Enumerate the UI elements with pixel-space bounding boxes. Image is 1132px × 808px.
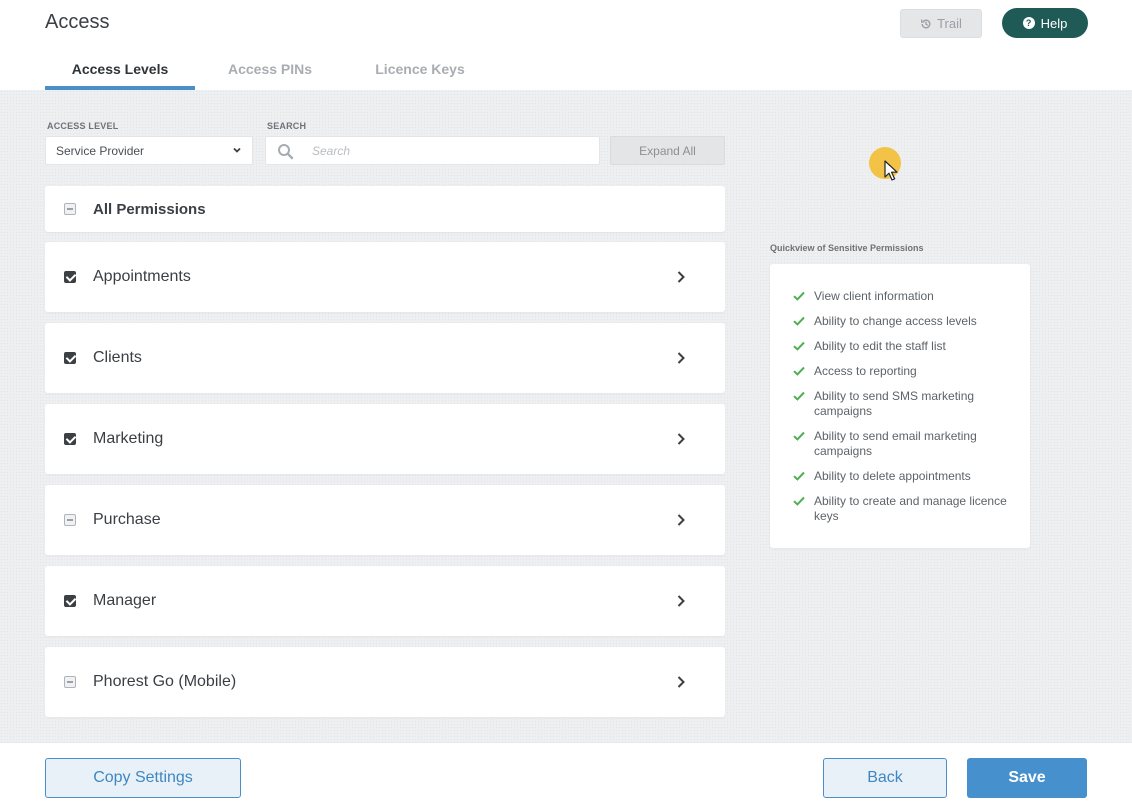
list-item: Ability to create and manage licence key… xyxy=(793,494,1013,524)
list-item: Ability to send email marketing campaign… xyxy=(793,429,1013,459)
permission-group-label: Purchase xyxy=(93,511,161,528)
history-icon xyxy=(921,18,931,28)
permission-group-marketing[interactable]: Marketing xyxy=(45,404,725,474)
copy-settings-button[interactable]: Copy Settings xyxy=(45,758,241,798)
help-label: Help xyxy=(1040,15,1068,31)
search-label: SEARCH xyxy=(267,121,307,131)
expand-all-button[interactable]: Expand All xyxy=(610,136,725,165)
all-permissions-checkbox[interactable] xyxy=(64,203,76,215)
question-icon: ? xyxy=(1022,17,1035,29)
permission-group-label: Clients xyxy=(93,349,142,366)
help-button[interactable]: ? Help xyxy=(1002,8,1088,38)
access-level-select[interactable]: Service Provider xyxy=(45,136,253,165)
check-icon xyxy=(793,366,805,376)
list-item: Ability to delete appointments xyxy=(793,469,1013,484)
permission-group-appointments[interactable]: Appointments xyxy=(45,242,725,312)
chevron-right-icon[interactable] xyxy=(676,270,686,284)
search-input[interactable] xyxy=(312,142,582,160)
search-icon xyxy=(278,144,294,160)
page-header: Access Trail ? Help Access Levels Access… xyxy=(0,0,1132,90)
permission-group-label: Phorest Go (Mobile) xyxy=(93,673,237,690)
permission-group-label: Marketing xyxy=(93,430,164,447)
chevron-right-icon[interactable] xyxy=(676,432,686,446)
tab-bar: Access Levels Access PINs Licence Keys xyxy=(45,52,495,90)
list-item: Ability to edit the staff list xyxy=(793,339,1013,354)
chevron-right-icon[interactable] xyxy=(676,594,686,608)
list-item: Ability to change access levels xyxy=(793,314,1013,329)
permission-group-purchase[interactable]: Purchase xyxy=(45,485,725,555)
sensitive-permissions-list: View client information Ability to chang… xyxy=(793,289,1013,524)
list-item: View client information xyxy=(793,289,1013,304)
list-item: Access to reporting xyxy=(793,364,1013,379)
search-box xyxy=(265,136,600,165)
appointments-checkbox[interactable] xyxy=(64,271,76,283)
check-icon xyxy=(793,471,805,481)
check-icon xyxy=(793,316,805,326)
all-permissions-row[interactable]: All Permissions xyxy=(45,186,725,232)
permission-group-label: Manager xyxy=(93,592,157,609)
permission-group-label: Appointments xyxy=(93,268,191,285)
permission-group-clients[interactable]: Clients xyxy=(45,323,725,393)
access-level-label: ACCESS LEVEL xyxy=(47,121,119,131)
marketing-checkbox[interactable] xyxy=(64,433,76,445)
check-icon xyxy=(793,431,805,441)
all-permissions-label: All Permissions xyxy=(93,201,206,218)
trail-button[interactable]: Trail xyxy=(900,9,982,38)
clients-checkbox[interactable] xyxy=(64,352,76,364)
tab-licence-keys[interactable]: Licence Keys xyxy=(345,52,495,90)
back-button[interactable]: Back xyxy=(823,758,947,798)
tab-access-pins[interactable]: Access PINs xyxy=(195,52,345,90)
chevron-down-icon xyxy=(233,147,241,153)
mouse-pointer-icon xyxy=(884,160,898,181)
permission-group-phorest-go[interactable]: Phorest Go (Mobile) xyxy=(45,647,725,717)
trail-label: Trail xyxy=(937,16,962,31)
purchase-checkbox[interactable] xyxy=(64,514,76,526)
page-title: Access xyxy=(45,11,110,33)
quickview-panel: View client information Ability to chang… xyxy=(770,264,1030,548)
check-icon xyxy=(793,291,805,301)
list-item: Ability to send SMS marketing campaigns xyxy=(793,389,1013,419)
tab-access-levels[interactable]: Access Levels xyxy=(45,52,195,90)
quickview-title: Quickview of Sensitive Permissions xyxy=(770,243,924,253)
permission-group-manager[interactable]: Manager xyxy=(45,566,725,636)
manager-checkbox[interactable] xyxy=(64,595,76,607)
chevron-right-icon[interactable] xyxy=(676,513,686,527)
phorest-go-checkbox[interactable] xyxy=(64,676,76,688)
save-button[interactable]: Save xyxy=(967,758,1087,798)
check-icon xyxy=(793,391,805,401)
check-icon xyxy=(793,496,805,506)
check-icon xyxy=(793,341,805,351)
chevron-right-icon[interactable] xyxy=(676,675,686,689)
access-level-value: Service Provider xyxy=(56,143,145,158)
chevron-right-icon[interactable] xyxy=(676,351,686,365)
